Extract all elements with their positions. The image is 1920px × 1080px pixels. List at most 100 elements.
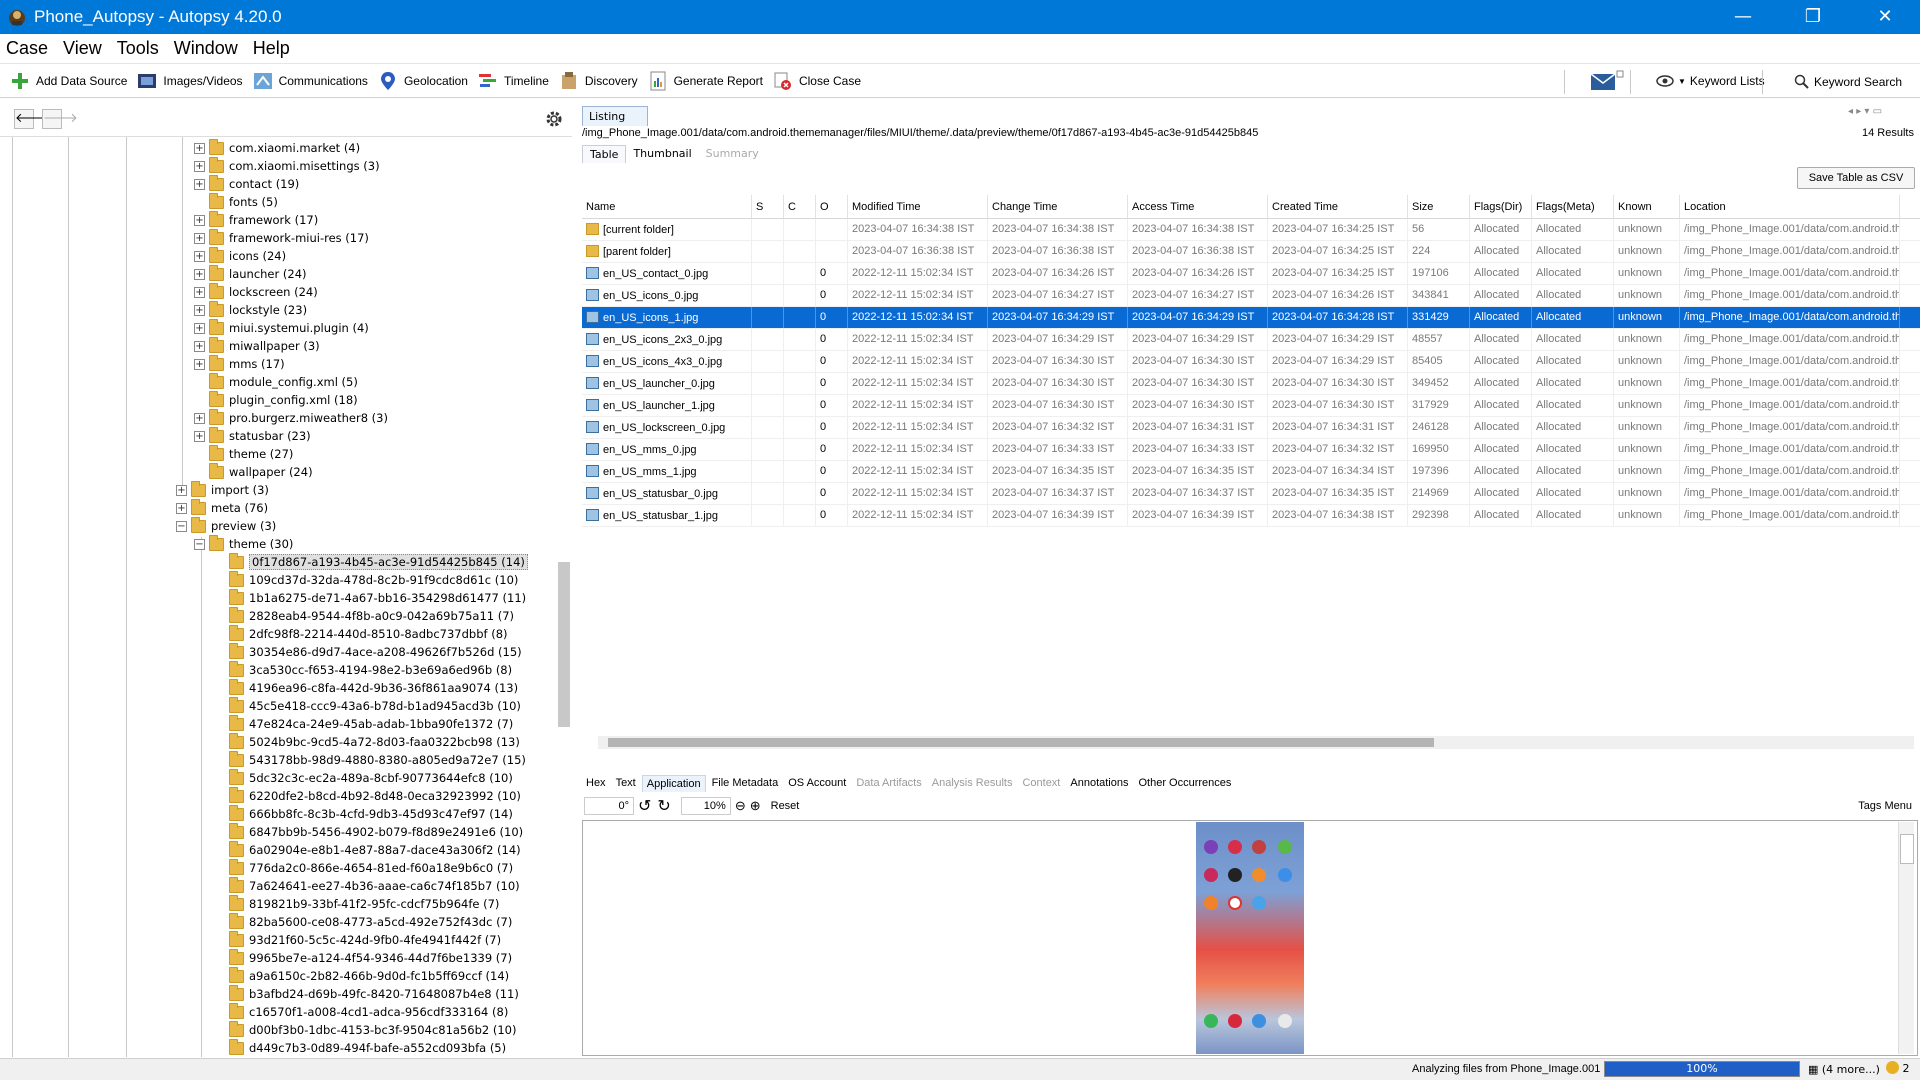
keyword-lists-button[interactable]: ▼ Keyword Lists <box>1656 74 1765 88</box>
tree-node[interactable]: + meta (76) <box>176 498 268 517</box>
tree-node[interactable]: 7a624641-ee27-4b36-aaae-ca6c74f185b7 (10… <box>214 876 520 895</box>
expand-icon[interactable]: + <box>194 214 205 226</box>
table-row[interactable]: en_US_mms_0.jpg 0 2022-12-11 15:02:34 IST 2… <box>582 439 1920 461</box>
generate-report-button[interactable]: Generate Report <box>648 71 763 91</box>
tree-node[interactable]: + import (3) <box>176 480 269 499</box>
listing-nav-arrows[interactable]: ◂ ▸ ▾ ▭ <box>1848 106 1882 117</box>
table-hscroll-thumb[interactable] <box>608 738 1434 747</box>
close-window-button[interactable]: ✕ <box>1860 0 1910 34</box>
tree-node[interactable]: fonts (5) <box>194 192 278 211</box>
collapse-icon[interactable]: − <box>176 520 187 532</box>
discovery-button[interactable]: Discovery <box>559 71 638 91</box>
tab-data-artifacts[interactable]: Data Artifacts <box>852 775 925 792</box>
table-row[interactable]: en_US_statusbar_0.jpg 0 2022-12-11 15:02:3… <box>582 483 1920 505</box>
tab-context[interactable]: Context <box>1018 775 1064 792</box>
expand-icon[interactable]: + <box>194 430 205 442</box>
expand-icon[interactable]: + <box>194 250 205 262</box>
tree-node[interactable]: 666bb8fc-8c3b-4cfd-9db3-45d93c47ef97 (14… <box>214 804 513 823</box>
tree-node[interactable]: 0f17d867-a193-4b45-ac3e-91d54425b845 (14… <box>214 552 528 571</box>
column-header[interactable]: Size <box>1408 195 1470 218</box>
tree-node[interactable]: d00bf3b0-1dbc-4153-bc3f-9504c81a56b2 (10… <box>214 1020 516 1039</box>
tree-node[interactable]: + lockstyle (23) <box>194 300 307 319</box>
tab-other-occurrences[interactable]: Other Occurrences <box>1134 775 1235 792</box>
collapse-icon[interactable]: − <box>194 538 205 550</box>
geolocation-button[interactable]: Geolocation <box>378 71 468 91</box>
expand-icon[interactable]: + <box>194 142 205 154</box>
expand-icon[interactable]: + <box>194 286 205 298</box>
communications-button[interactable]: Communications <box>253 71 368 91</box>
tab-listing[interactable]: Listing <box>582 106 648 126</box>
tree-node[interactable]: 1b1a6275-de71-4a67-bb16-354298d61477 (11… <box>214 588 526 607</box>
rotate-right-icon[interactable]: ↻ <box>657 796 670 816</box>
forward-arrow-icon[interactable]: 🡒 <box>42 109 78 129</box>
maximize-button[interactable]: ❐ <box>1788 0 1838 34</box>
back-arrow-icon[interactable]: 🡐 <box>14 109 50 129</box>
column-header[interactable]: Flags(Dir) <box>1470 195 1532 218</box>
tree-node[interactable]: wallpaper (24) <box>194 462 313 481</box>
table-row[interactable]: en_US_statusbar_1.jpg 0 2022-12-11 15:02:3… <box>582 505 1920 527</box>
expand-icon[interactable]: + <box>194 304 205 316</box>
tree-node[interactable]: 3ca530cc-f653-4194-98e2-b3e69a6ed96b (8) <box>214 660 512 679</box>
rotation-field[interactable]: 0° <box>584 797 634 815</box>
tree-node[interactable]: 776da2c0-866e-4654-81ed-f60a18e9b6c0 (7) <box>214 858 513 877</box>
tree-scrollbar[interactable] <box>558 562 570 727</box>
tree-node[interactable]: b3afbd24-d69b-49fc-8420-71648087b4e8 (11… <box>214 984 519 1003</box>
tab-application[interactable]: Application <box>641 775 706 792</box>
tree-node[interactable]: d449c7b3-0d89-494f-bafe-a552cd093bfa (5) <box>214 1038 506 1057</box>
table-row[interactable]: en_US_mms_1.jpg 0 2022-12-11 15:02:34 IST 2… <box>582 461 1920 483</box>
close-case-button[interactable]: Close Case <box>773 71 861 91</box>
menu-window[interactable]: Window <box>168 38 247 59</box>
column-header[interactable]: Change Time <box>988 195 1128 218</box>
tree-node[interactable]: − theme (30) <box>194 534 293 553</box>
tab-os-account[interactable]: OS Account <box>784 775 850 792</box>
zoom-in-icon[interactable]: ⊕ <box>750 798 761 814</box>
more-tasks-link[interactable]: ▦ (4 more...) <box>1808 1063 1880 1076</box>
tree-node[interactable]: 5024b9bc-9cd5-4a72-8d03-faa0322bcb98 (13… <box>214 732 520 751</box>
table-row[interactable]: en_US_launcher_1.jpg 0 2022-12-11 15:02:34… <box>582 395 1920 417</box>
table-row[interactable]: en_US_icons_0.jpg 0 2022-12-11 15:02:34 IS… <box>582 285 1920 307</box>
tree-node[interactable]: 2828eab4-9544-4f8b-a0c9-042a69b75a11 (7) <box>214 606 514 625</box>
minimize-button[interactable]: — <box>1718 0 1768 34</box>
tree-node[interactable]: + com.xiaomi.market (4) <box>194 138 360 157</box>
expand-icon[interactable]: + <box>176 484 187 496</box>
tree-node[interactable]: + pro.burgerz.miweather8 (3) <box>194 408 388 427</box>
tab-hex[interactable]: Hex <box>582 775 610 792</box>
table-row[interactable]: [parent folder] 2023-04-07 16:36:38 IST 20… <box>582 241 1920 263</box>
expand-icon[interactable]: + <box>194 340 205 352</box>
menu-view[interactable]: View <box>57 38 111 59</box>
save-table-csv-button[interactable]: Save Table as CSV <box>1797 167 1915 189</box>
tree-node[interactable]: + framework-miui-res (17) <box>194 228 369 247</box>
table-row[interactable]: en_US_lockscreen_0.jpg 0 2022-12-11 15:02:… <box>582 417 1920 439</box>
reset-button[interactable]: Reset <box>771 800 800 812</box>
tree-node[interactable]: plugin_config.xml (18) <box>194 390 358 409</box>
subtab-thumbnail[interactable]: Thumbnail <box>626 145 698 163</box>
tree-node[interactable]: 82ba5600-ce08-4773-a5cd-492e752f43dc (7) <box>214 912 512 931</box>
table-row[interactable]: en_US_icons_2x3_0.jpg 0 2022-12-11 15:02:3… <box>582 329 1920 351</box>
expand-icon[interactable]: + <box>194 268 205 280</box>
zoom-out-icon[interactable]: ⊖ <box>735 798 746 814</box>
expand-icon[interactable]: + <box>176 502 187 514</box>
tree-node[interactable]: 47e824ca-24e9-45ab-adab-1bba90fe1372 (7) <box>214 714 513 733</box>
column-header[interactable]: Name <box>582 195 752 218</box>
tree-node[interactable]: 2dfc98f8-2214-440d-8510-8adbc737dbbf (8) <box>214 624 508 643</box>
menu-case[interactable]: Case <box>0 38 57 59</box>
tree-node[interactable]: + framework (17) <box>194 210 318 229</box>
tree-node[interactable]: + statusbar (23) <box>194 426 311 445</box>
column-header[interactable]: Modified Time <box>848 195 988 218</box>
add-data-source-button[interactable]: Add Data Source <box>10 71 127 91</box>
message-button[interactable] <box>1590 70 1624 92</box>
tree-node[interactable]: a9a6150c-2b82-466b-9d0d-fc1b5ff69ccf (14… <box>214 966 509 985</box>
menu-help[interactable]: Help <box>247 38 299 59</box>
expand-icon[interactable]: + <box>194 178 205 190</box>
tree-node[interactable]: 9965be7e-a124-4f54-9346-44d7f6be1339 (7) <box>214 948 512 967</box>
tree-node[interactable]: theme (27) <box>194 444 293 463</box>
tab-text[interactable]: Text <box>612 775 640 792</box>
tree-node[interactable]: 109cd37d-32da-478d-8c2b-91f9cdc8d61c (10… <box>214 570 518 589</box>
tree-node[interactable]: 5dc32c3c-ec2a-489a-8cbf-90773644efc8 (10… <box>214 768 513 787</box>
tree-node[interactable]: c16570f1-a008-4cd1-adca-956cdf333164 (8) <box>214 1002 508 1021</box>
tab-analysis-results[interactable]: Analysis Results <box>928 775 1017 792</box>
expand-icon[interactable]: + <box>194 358 205 370</box>
table-row[interactable]: en_US_launcher_0.jpg 0 2022-12-11 15:02:34… <box>582 373 1920 395</box>
tab-annotations[interactable]: Annotations <box>1066 775 1132 792</box>
viewer-scrollbar[interactable] <box>1898 822 1914 1054</box>
